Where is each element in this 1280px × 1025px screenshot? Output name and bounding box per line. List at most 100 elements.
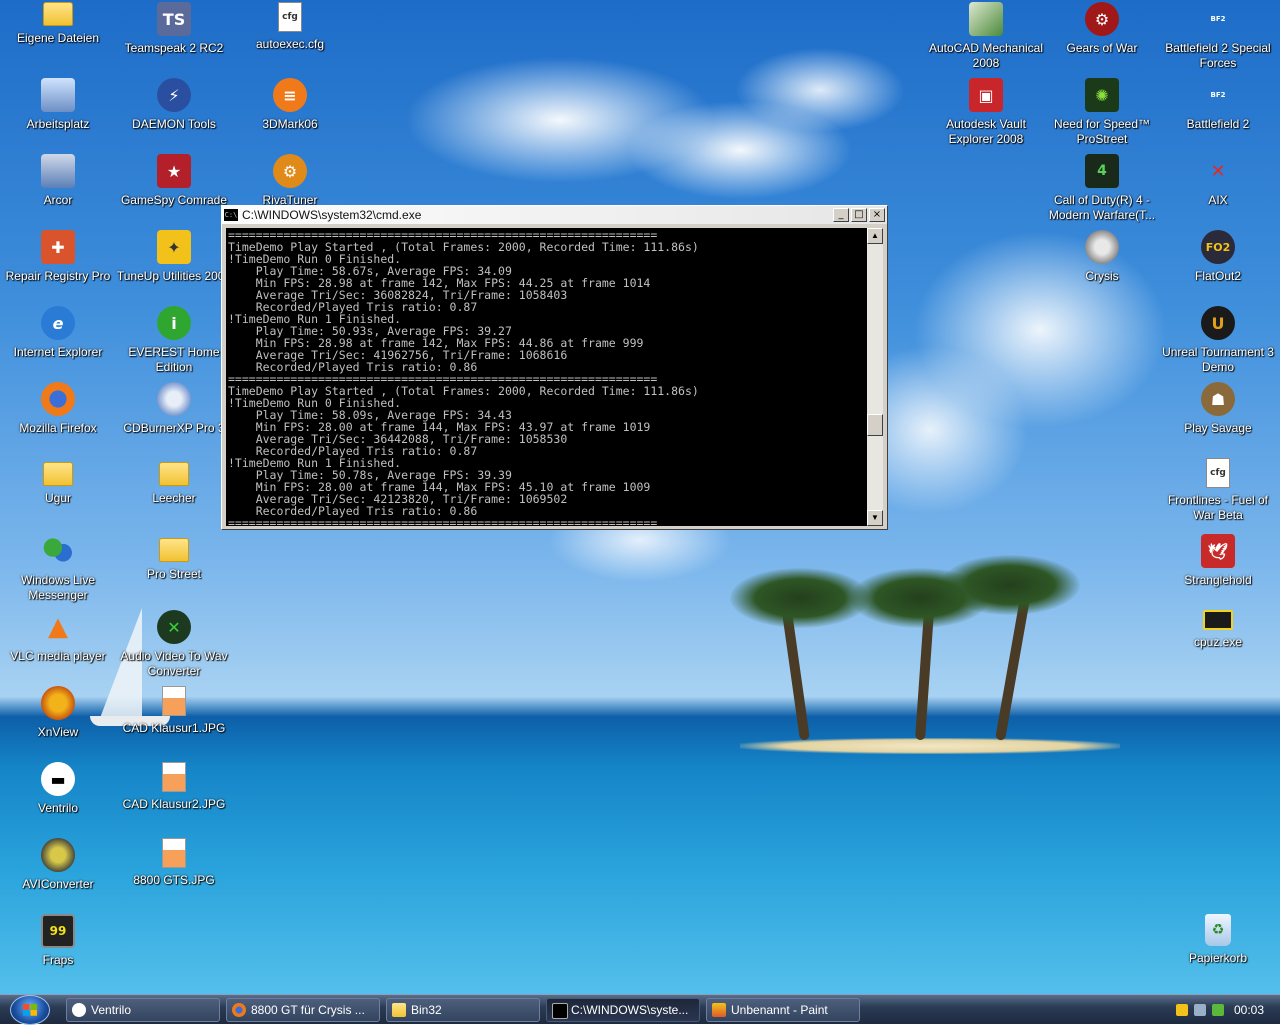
desktop-icon-8800gts[interactable]: 8800 GTS.JPG xyxy=(116,838,232,888)
task-firefox[interactable]: 8800 GT für Crysis ... xyxy=(226,998,380,1022)
desktop-icon-play-savage[interactable]: ☗ Play Savage xyxy=(1160,382,1276,436)
desktop-icon-rivatuner[interactable]: ⚙ RivaTuner xyxy=(232,154,348,208)
desktop-icon-eigene-dateien[interactable]: Eigene Dateien xyxy=(0,2,116,46)
console-scrollbar[interactable]: ▲ ▼ xyxy=(867,228,883,526)
desktop-icon-nfs-prostreet[interactable]: ✺ Need for Speed™ ProStreet xyxy=(1044,78,1160,147)
internet-explorer-icon: e xyxy=(41,306,75,340)
taskbar-clock[interactable]: 00:03 xyxy=(1234,1003,1264,1017)
desktop-icon-label: AutoCAD Mechanical 2008 xyxy=(928,41,1044,70)
nfs-icon: ✺ xyxy=(1085,78,1119,112)
desktop-icon-label: Ugur xyxy=(44,491,71,505)
desktop-icon-leecher[interactable]: Leecher xyxy=(116,462,232,506)
console-line: ========================================… xyxy=(228,516,658,526)
desktop-icon-daemon-tools[interactable]: ⚡ DAEMON Tools xyxy=(116,78,232,132)
desktop-icon-battlefield2-sf[interactable]: BF2 Battlefield 2 Special Forces xyxy=(1160,2,1276,71)
maximize-button[interactable]: □ xyxy=(851,208,867,222)
desktop-icon-label: GameSpy Comrade xyxy=(120,193,228,207)
cmd-window-title: C:\WINDOWS\system32\cmd.exe xyxy=(242,208,422,222)
desktop-icon-vlc[interactable]: ▲ VLC media player xyxy=(0,610,116,664)
autocad-icon xyxy=(969,2,1003,36)
task-cmd[interactable]: C:\WINDOWS\syste... xyxy=(546,998,700,1022)
close-button[interactable]: × xyxy=(869,208,885,222)
scrollbar-thumb[interactable] xyxy=(867,414,883,436)
task-label: Bin32 xyxy=(411,1003,442,1017)
desktop-icon-autoexec[interactable]: cfg autoexec.cfg xyxy=(232,2,348,52)
task-label: Unbenannt - Paint xyxy=(731,1003,828,1017)
cpu-chip-icon xyxy=(1203,610,1233,630)
desktop-icon-cdburner[interactable]: CDBurnerXP Pro 3 xyxy=(116,382,232,436)
desktop-icon-label: Frontlines - Fuel of War Beta xyxy=(1167,493,1269,522)
start-button[interactable] xyxy=(10,995,50,1025)
desktop-icon-arbeitsplatz[interactable]: Arbeitsplatz xyxy=(0,78,116,132)
ventrilo-icon: ▬ xyxy=(41,762,75,796)
desktop-icon-cod4[interactable]: 4 Call of Duty(R) 4 - Modern Warfare(T..… xyxy=(1044,154,1160,223)
desktop-icon-battlefield2[interactable]: BF2 Battlefield 2 xyxy=(1160,78,1276,132)
task-label: C:\WINDOWS\syste... xyxy=(571,1003,689,1017)
desktop-icon-stranglehold[interactable]: 🕊 Stranglehold xyxy=(1160,534,1276,588)
desktop-icon-xnview[interactable]: XnView xyxy=(0,686,116,740)
task-bin32[interactable]: Bin32 xyxy=(386,998,540,1022)
desktop-icon-label: FlatOut2 xyxy=(1194,269,1242,283)
desktop-icon-papierkorb[interactable]: ♻ Papierkorb xyxy=(1160,914,1276,966)
nvidia-icon[interactable] xyxy=(1212,1004,1224,1016)
desktop-icon-ventrilo[interactable]: ▬ Ventrilo xyxy=(0,762,116,816)
messenger-icon xyxy=(41,534,75,568)
desktop-icon-cad-klausur1[interactable]: CAD Klausur1.JPG xyxy=(116,686,232,736)
desktop-icon-tuneup[interactable]: ✦ TuneUp Utilities 2006 xyxy=(116,230,232,284)
desktop-icon-label: Mozilla Firefox xyxy=(19,421,97,435)
desktop-icon-label: Ventrilo xyxy=(37,801,79,815)
desktop-icon-pro-street[interactable]: Pro Street xyxy=(116,538,232,582)
network-icon[interactable] xyxy=(1194,1004,1206,1016)
folder-icon xyxy=(159,462,189,486)
desktop-icon-firefox[interactable]: Mozilla Firefox xyxy=(0,382,116,436)
folder-icon xyxy=(392,1003,406,1017)
cmd-system-icon[interactable]: C:\ xyxy=(224,209,238,221)
desktop-icon-label: Crysis xyxy=(1085,269,1119,283)
desktop-icon-gamespy[interactable]: ★ GameSpy Comrade xyxy=(116,154,232,208)
folder-icon xyxy=(159,538,189,562)
gamespy-icon: ★ xyxy=(157,154,191,188)
arcor-icon xyxy=(41,154,75,188)
aviconverter-icon xyxy=(41,838,75,872)
desktop-icon-label: Battlefield 2 xyxy=(1186,117,1250,131)
repair-registry-icon: ✚ xyxy=(41,230,75,264)
converter-icon: ✕ xyxy=(157,610,191,644)
my-computer-icon xyxy=(41,78,75,112)
cmd-window[interactable]: C:\ C:\WINDOWS\system32\cmd.exe _ □ × ==… xyxy=(221,205,888,530)
desktop-icon-vault[interactable]: ▣ Autodesk Vault Explorer 2008 xyxy=(928,78,1044,147)
scroll-down-arrow-icon[interactable]: ▼ xyxy=(867,510,883,526)
desktop-icon-label: CDBurnerXP Pro 3 xyxy=(123,421,225,435)
desktop-icon-fraps[interactable]: 99 Fraps xyxy=(0,914,116,968)
desktop-icon-3dmark06[interactable]: ≡ 3DMark06 xyxy=(232,78,348,132)
desktop-icon-av-converter[interactable]: ✕ Audio Video To Wav Converter xyxy=(116,610,232,679)
console-output[interactable]: ========================================… xyxy=(226,228,867,526)
desktop-icon-arcor[interactable]: Arcor xyxy=(0,154,116,208)
desktop-icon-gears-of-war[interactable]: ⚙ Gears of War xyxy=(1044,2,1160,56)
desktop-icon-label: Fraps xyxy=(42,953,74,967)
desktop-icon-repair-registry[interactable]: ✚ Repair Registry Pro xyxy=(0,230,116,284)
minimize-button[interactable]: _ xyxy=(833,208,849,222)
security-shield-icon[interactable] xyxy=(1176,1004,1188,1016)
desktop-icon-teamspeak[interactable]: TS Teamspeak 2 RC2 xyxy=(116,2,232,56)
desktop-icon-ugur[interactable]: Ugur xyxy=(0,462,116,506)
desktop-icon-label: AVIConverter xyxy=(22,877,94,891)
scroll-up-arrow-icon[interactable]: ▲ xyxy=(867,228,883,244)
desktop-icon-crysis[interactable]: Crysis xyxy=(1044,230,1160,284)
task-paint[interactable]: Unbenannt - Paint xyxy=(706,998,860,1022)
desktop-icon-flatout2[interactable]: FO2 FlatOut2 xyxy=(1160,230,1276,284)
cfg-file-icon: cfg xyxy=(278,2,302,32)
my-documents-folder-icon xyxy=(43,2,73,26)
desktop-icon-autocad[interactable]: AutoCAD Mechanical 2008 xyxy=(928,2,1044,71)
desktop-icon-aix[interactable]: ✕ AIX xyxy=(1160,154,1276,208)
desktop-icon-frontlines[interactable]: cfg Frontlines - Fuel of War Beta xyxy=(1160,458,1276,523)
desktop-icon-internet-explorer[interactable]: e Internet Explorer xyxy=(0,306,116,360)
desktop-icon-aviconverter[interactable]: AVIConverter xyxy=(0,838,116,892)
desktop-icon-messenger[interactable]: Windows Live Messenger xyxy=(0,534,116,603)
desktop-icon-unreal-tournament[interactable]: U Unreal Tournament 3 Demo xyxy=(1160,306,1276,375)
cmd-titlebar[interactable]: C:\ C:\WINDOWS\system32\cmd.exe _ □ × xyxy=(222,206,887,224)
desktop-icon-cad-klausur2[interactable]: CAD Klausur2.JPG xyxy=(116,762,232,812)
flatout-icon: FO2 xyxy=(1201,230,1235,264)
desktop-icon-cpuz[interactable]: cpuz.exe xyxy=(1160,610,1276,650)
desktop-icon-everest[interactable]: i EVEREST Home Edition xyxy=(116,306,232,375)
task-ventrilo[interactable]: Ventrilo xyxy=(66,998,220,1022)
